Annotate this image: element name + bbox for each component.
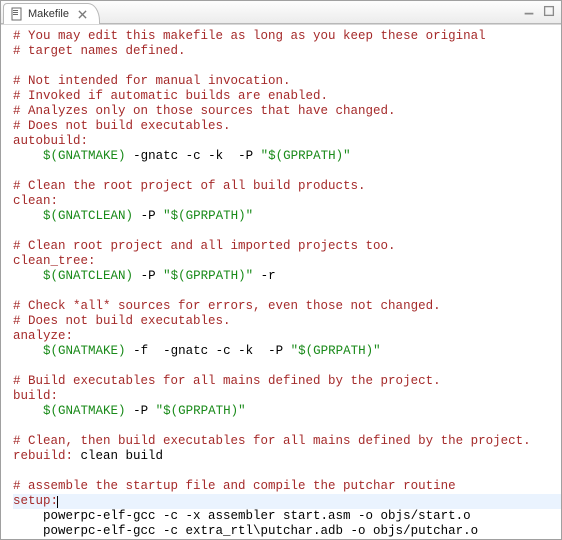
close-icon[interactable] [77, 8, 89, 20]
code-line [13, 419, 561, 434]
code-line: # Build executables for all mains define… [13, 374, 561, 389]
code-line: # Invoked if automatic builds are enable… [13, 89, 561, 104]
code-line: # Clean root project and all imported pr… [13, 239, 561, 254]
code-line: $(GNATMAKE) -gnatc -c -k -P "$(GPRPATH)" [13, 149, 561, 164]
code-line [13, 59, 561, 74]
code-line: rebuild: clean build [13, 449, 561, 464]
code-line [13, 464, 561, 479]
code-line: # Does not build executables. [13, 119, 561, 134]
editor-area: # You may edit this makefile as long as … [1, 24, 561, 539]
code-line: clean_tree: [13, 254, 561, 269]
tab-label: Makefile [28, 8, 69, 20]
code-text[interactable]: # You may edit this makefile as long as … [1, 25, 561, 539]
code-line: # You may edit this makefile as long as … [13, 29, 561, 44]
code-line [13, 284, 561, 299]
code-line: $(GNATCLEAN) -P "$(GPRPATH)" [13, 209, 561, 224]
code-line: setup: [13, 494, 561, 509]
code-line [13, 359, 561, 374]
code-line: # Analyzes only on those sources that ha… [13, 104, 561, 119]
code-line [13, 164, 561, 179]
editor-window: Makefile # You may edit this makefile as… [0, 0, 562, 540]
code-line: # assemble the startup file and compile … [13, 479, 561, 494]
code-line: autobuild: [13, 134, 561, 149]
code-line: $(GNATMAKE) -f -gnatc -c -k -P "$(GPRPAT… [13, 344, 561, 359]
code-line: # Clean, then build executables for all … [13, 434, 561, 449]
code-line: analyze: [13, 329, 561, 344]
code-line: # Clean the root project of all build pr… [13, 179, 561, 194]
minimize-icon[interactable] [521, 3, 537, 19]
code-line: # target names defined. [13, 44, 561, 59]
tab-bar: Makefile [1, 1, 561, 24]
code-line: powerpc-elf-gcc -c -x assembler start.as… [13, 509, 561, 524]
tab-makefile[interactable]: Makefile [3, 3, 100, 24]
code-line: $(GNATCLEAN) -P "$(GPRPATH)" -r [13, 269, 561, 284]
code-line: powerpc-elf-gcc -c extra_rtl\putchar.adb… [13, 524, 561, 539]
code-line: $(GNATMAKE) -P "$(GPRPATH)" [13, 404, 561, 419]
file-icon [10, 7, 24, 21]
code-line [13, 224, 561, 239]
code-line: clean: [13, 194, 561, 209]
code-line: build: [13, 389, 561, 404]
code-line: # Does not build executables. [13, 314, 561, 329]
caret [57, 496, 58, 508]
maximize-icon[interactable] [541, 3, 557, 19]
code-line: # Not intended for manual invocation. [13, 74, 561, 89]
code-line: # Check *all* sources for errors, even t… [13, 299, 561, 314]
